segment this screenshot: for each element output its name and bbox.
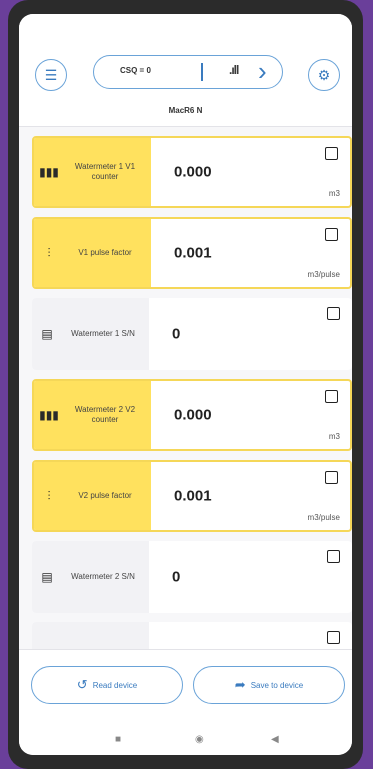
row-label-cell: ▮▮▮ Watermeter 2 V2 counter xyxy=(34,381,151,449)
device-name: MacR6 N xyxy=(168,106,203,115)
row-value[interactable]: 0.000 xyxy=(174,164,212,181)
row-checkbox[interactable] xyxy=(325,228,338,241)
footer-actions: ↺ Read device ➦ Save to device ■ ◉ ◀ xyxy=(19,649,352,755)
row-label-cell: ▤ Watermeter 1 S/N xyxy=(32,298,149,370)
row-unit: m3/pulse xyxy=(307,270,340,279)
row-label-cell: ⫶ V2 pulse factor xyxy=(34,462,151,530)
row-label: V2 pulse factor xyxy=(78,491,132,500)
list-item[interactable]: ▤ Watermeter 1 S/N 0 xyxy=(32,298,352,370)
back-icon[interactable]: ◀ xyxy=(271,734,279,745)
row-checkbox[interactable] xyxy=(327,307,340,320)
recent-apps-icon[interactable]: ■ xyxy=(115,734,121,745)
connection-status-pill[interactable]: CSQ = 0 .ıll › xyxy=(93,55,283,89)
signal-strength-icon: .ıll xyxy=(229,63,239,77)
read-device-button[interactable]: ↺ Read device xyxy=(31,666,183,704)
row-unit: m3/pulse xyxy=(307,513,340,522)
settings-button[interactable]: ⚙ xyxy=(308,59,340,91)
csq-label: CSQ = 0 xyxy=(120,66,151,75)
row-checkbox[interactable] xyxy=(327,631,340,644)
meter-chart-icon: ▮▮▮ xyxy=(39,408,59,422)
row-value[interactable]: 0.001 xyxy=(174,245,212,262)
sliders-icon: ⫶ xyxy=(47,488,51,503)
row-value[interactable]: 0.001 xyxy=(174,488,212,505)
row-label: V1 pulse factor xyxy=(78,248,132,257)
clipboard-icon: ▤ xyxy=(41,327,53,341)
list-item[interactable]: ⫶ V1 pulse factor 0.001 m3/pulse xyxy=(32,217,352,289)
row-checkbox[interactable] xyxy=(325,390,338,403)
app-screen: ☰ CSQ = 0 .ıll › ⚙ MacR6 N ▮▮▮ Watermete… xyxy=(19,14,352,755)
row-value[interactable]: 0 xyxy=(172,326,180,343)
list-item[interactable]: ▮▮▮ Watermeter 2 V2 counter 0.000 m3 xyxy=(32,379,352,451)
read-device-label: Read device xyxy=(92,680,138,690)
menu-list-button[interactable]: ☰ xyxy=(35,59,67,91)
row-checkbox[interactable] xyxy=(327,550,340,563)
list-item[interactable]: ▤ Watermeter 2 S/N 0 xyxy=(32,541,352,613)
share-arrow-icon: ➦ xyxy=(234,677,246,692)
row-label: Watermeter 1 S/N xyxy=(71,329,135,338)
home-icon[interactable]: ◉ xyxy=(195,734,204,745)
row-label: Watermeter 2 S/N xyxy=(71,572,135,581)
row-label: Watermeter 1 V1 counter xyxy=(74,162,136,181)
save-to-device-label: Save to device xyxy=(250,680,304,690)
row-label-cell: ⫶ V1 pulse factor xyxy=(34,219,151,287)
list-icon: ☰ xyxy=(44,66,58,83)
sliders-icon: ⫶ xyxy=(47,245,51,260)
row-value[interactable]: 0 xyxy=(172,569,180,586)
refresh-icon: ↺ xyxy=(76,677,88,692)
divider xyxy=(201,63,203,81)
row-value[interactable]: 0.000 xyxy=(174,407,212,424)
row-label-cell: ▮▮▮ Watermeter 1 V1 counter xyxy=(34,138,151,206)
row-unit: m3 xyxy=(328,189,340,198)
meter-chart-icon: ▮▮▮ xyxy=(39,165,59,179)
list-item[interactable]: ▮▮▮ Watermeter 1 V1 counter 0.000 m3 xyxy=(32,136,352,208)
app-header: ☰ CSQ = 0 .ıll › ⚙ MacR6 N xyxy=(19,14,352,127)
clipboard-icon: ▤ xyxy=(41,570,53,584)
row-checkbox[interactable] xyxy=(325,471,338,484)
gear-icon: ⚙ xyxy=(317,66,331,83)
row-unit: m3 xyxy=(328,432,340,441)
list-item[interactable]: ⫶ V2 pulse factor 0.001 m3/pulse xyxy=(32,460,352,532)
system-nav-bar: ■ ◉ ◀ xyxy=(19,726,352,755)
row-checkbox[interactable] xyxy=(325,147,338,160)
row-label-cell: ▤ Watermeter 2 S/N xyxy=(32,541,149,613)
row-label: Watermeter 2 V2 counter xyxy=(74,405,136,424)
chevron-right-icon[interactable]: › xyxy=(258,56,267,86)
save-to-device-button[interactable]: ➦ Save to device xyxy=(193,666,345,704)
